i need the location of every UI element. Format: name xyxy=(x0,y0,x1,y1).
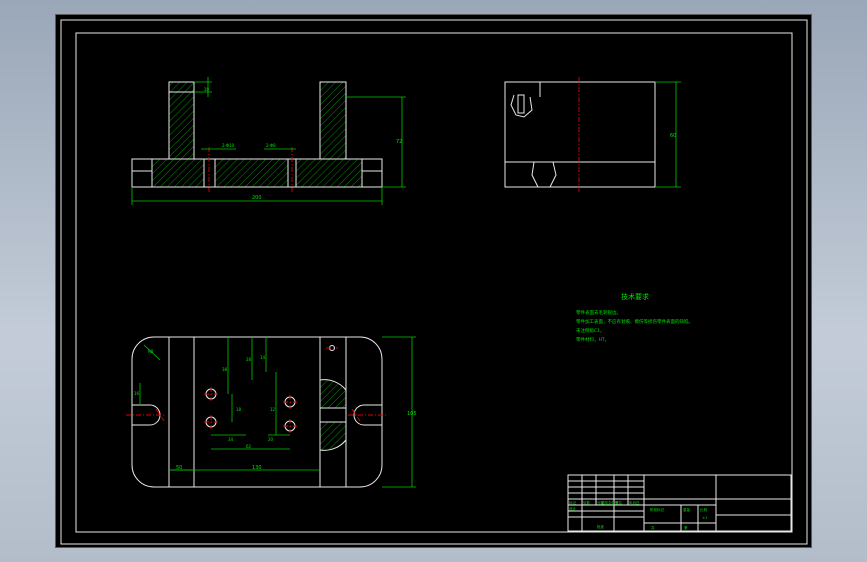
tb-approve: 批准 xyxy=(597,524,605,529)
dim-plan-28: 28 xyxy=(246,357,252,362)
dim-overall-width: 200 xyxy=(252,195,262,201)
dim-height: 72 xyxy=(396,139,402,145)
tech-req-line-1: 零件表面去毛刺锐边。 xyxy=(576,309,621,316)
dim-plan-34: 34 xyxy=(228,437,234,442)
tb-weight: 重量 xyxy=(683,507,691,512)
dim-plan-50: 50 xyxy=(176,465,182,471)
cad-drawing: 200 72 20 2-Φ10 2-Φ8 60 105 130 50 62 38… xyxy=(60,19,808,545)
dim-hole-8: 2-Φ8 xyxy=(266,143,276,148)
dim-plan-130: 130 xyxy=(252,465,262,471)
plan-view: 105 130 50 62 38 28 14 12 18 20 34 16 R8 xyxy=(126,336,417,488)
tb-sheet-total: 共 xyxy=(651,525,655,530)
tb-stage: 阶段标记 xyxy=(650,507,664,512)
tech-req-line-2: 零件加工表面，不应有划痕、擦伤等损伤零件表面的缺陷。 xyxy=(576,318,693,325)
dim-plan-18: 18 xyxy=(236,407,242,412)
dim-plan-62: 62 xyxy=(246,444,252,449)
technical-requirements: 技术要求 零件表面去毛刺锐边。 零件加工表面，不应有划痕、擦伤等损伤零件表面的缺… xyxy=(576,292,693,343)
dim-side-height: 60 xyxy=(670,133,676,139)
dim-hole-10: 2-Φ10 xyxy=(222,143,235,148)
dim-plan-14: 14 xyxy=(260,355,266,360)
tech-req-line-3: 未注倒角C1。 xyxy=(576,327,605,334)
tb-scale: 比例 xyxy=(700,507,708,512)
dim-top-thickness: 20 xyxy=(204,87,210,92)
front-section-view: 200 72 20 2-Φ10 2-Φ8 xyxy=(131,77,406,205)
tb-label-count: 处数 xyxy=(583,500,591,505)
tech-req-title: 技术要求 xyxy=(621,292,649,301)
title-block: 标记 处数 分区 更改文件号 签名 年月日 设计 批准 阶段标记 重量 比例 1… xyxy=(567,474,792,532)
tb-scale-value: 1:1 xyxy=(702,516,708,520)
dim-plan-38: 38 xyxy=(222,367,228,372)
tb-sheet-no: 第 xyxy=(684,525,688,530)
tb-design: 设计 xyxy=(569,506,577,511)
tech-req-line-4: 零件材料，HT。 xyxy=(576,336,609,343)
cad-viewport[interactable]: 200 72 20 2-Φ10 2-Φ8 60 105 130 50 62 38… xyxy=(55,14,812,548)
dim-plan-12: 12 xyxy=(270,407,276,412)
dim-plan-20: 20 xyxy=(268,437,274,442)
tb-label-sign: 签名 xyxy=(615,500,622,505)
dim-plan-16: 16 xyxy=(134,391,140,396)
side-view: 60 xyxy=(504,77,681,193)
tb-label-mark: 标记 xyxy=(569,500,577,505)
dim-plan-radius: R8 xyxy=(148,349,154,354)
dim-plan-height: 105 xyxy=(407,411,417,417)
tb-label-date: 年月日 xyxy=(629,500,640,505)
